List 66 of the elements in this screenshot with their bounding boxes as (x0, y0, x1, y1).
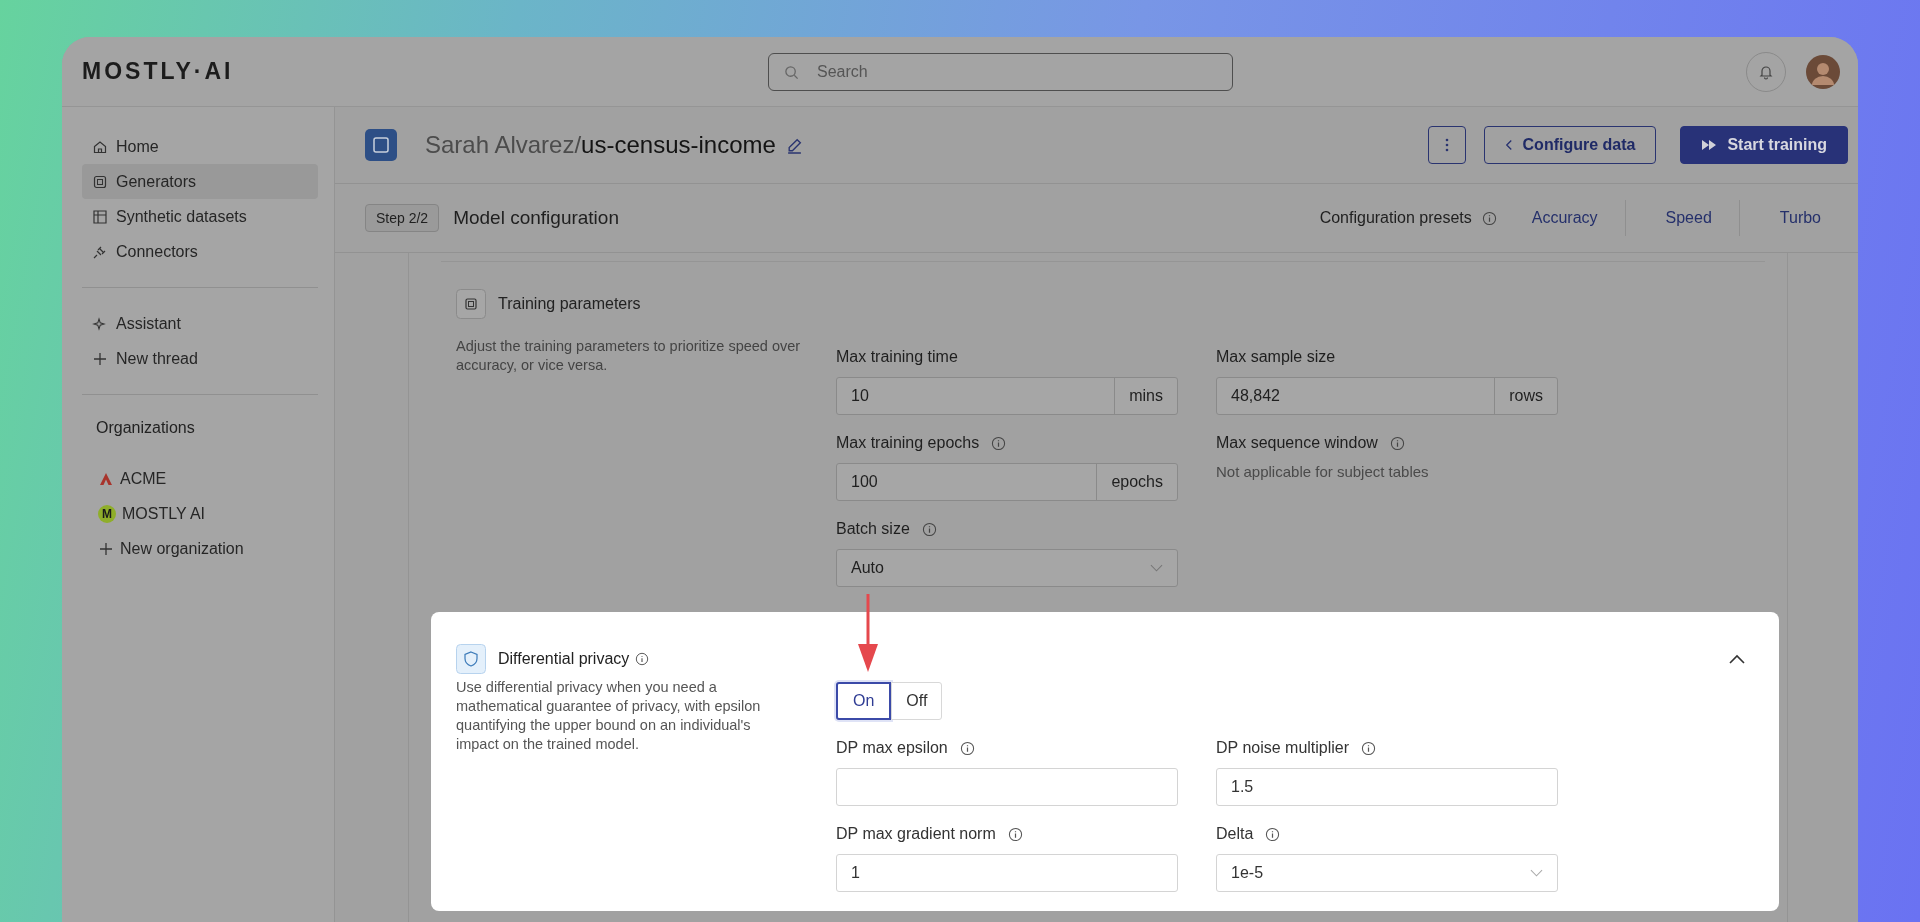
organization-badge: M (98, 504, 116, 523)
step-badge: Step 2/2 (365, 204, 440, 232)
generator-title: Sarah Alvarez/us-census-income (425, 131, 776, 159)
input-field[interactable]: 100 epochs (836, 463, 1178, 501)
info-icon (1481, 210, 1497, 226)
section-title: Training parameters (498, 295, 641, 313)
chip-icon (365, 129, 397, 161)
avatar-icon[interactable] (1806, 54, 1840, 89)
field-label: DP max gradient norm (836, 825, 996, 843)
nav-item[interactable]: New thread (82, 341, 318, 376)
chip-icon (456, 289, 486, 319)
input-field[interactable]: 1 (836, 854, 1178, 892)
presets-label: Configuration presets (1319, 209, 1472, 227)
field-label: Max sample size (1216, 348, 1336, 366)
fast-forward-icon (1701, 139, 1718, 151)
sparkle-icon (92, 315, 108, 332)
plus-icon (92, 350, 108, 367)
field-label: DP noise multiplier (1216, 739, 1350, 757)
chevron-left-icon (1504, 139, 1513, 151)
input-field[interactable]: 48,842 rows (1216, 377, 1558, 415)
input-field[interactable]: 10 mins (836, 377, 1178, 415)
preset-link[interactable]: Accuracy (1531, 209, 1625, 227)
input-field[interactable]: 1.5 (1216, 768, 1558, 806)
nav-item[interactable]: Home (82, 129, 318, 164)
field-label: Batch size (836, 520, 910, 538)
section-title: Differential privacy (498, 650, 630, 668)
table-icon (92, 208, 108, 225)
search-icon (784, 64, 799, 80)
field-label: DP max epsilon (836, 739, 948, 757)
more-button[interactable] (1427, 126, 1466, 164)
edit-icon[interactable] (785, 136, 803, 154)
toggle-option[interactable]: Off (891, 682, 943, 720)
select-field[interactable]: 1e-5 (1216, 854, 1558, 892)
preset-link[interactable]: Turbo (1779, 209, 1848, 227)
section-description: Adjust the training parameters to prioritize speed over accuracy, or vice versa. (456, 337, 802, 375)
nav-item[interactable]: Assistant (82, 306, 318, 341)
field-note: Not applicable for subject tables (1216, 463, 1430, 480)
logo: MOSTLY·AI (82, 58, 235, 85)
more-icon (1444, 137, 1449, 153)
organization-item[interactable]: ACME (82, 461, 318, 496)
chevron-down-icon (1530, 869, 1543, 877)
nav-item[interactable]: Connectors (82, 234, 318, 269)
select-field[interactable]: Auto (836, 549, 1178, 587)
plus-icon (98, 540, 114, 557)
organization-item[interactable]: M MOSTLY AI (82, 496, 318, 531)
section-heading: Organizations (95, 418, 196, 438)
field-label: Max training epochs (836, 434, 980, 452)
header-button[interactable]: Configure data (1483, 126, 1657, 164)
organization-item[interactable]: New organization (82, 531, 318, 566)
step-title: Model configuration (453, 207, 619, 229)
preset-link[interactable]: Speed (1665, 209, 1739, 227)
field-label: Delta (1216, 825, 1254, 843)
field-label: Max training time (836, 348, 958, 366)
chip-icon (92, 173, 108, 190)
chevron-up-icon[interactable] (1729, 654, 1745, 664)
input-field[interactable] (836, 768, 1178, 806)
shield-icon (456, 644, 486, 674)
chevron-down-icon (1150, 564, 1163, 572)
toggle-option[interactable]: On (836, 682, 892, 720)
search-field[interactable]: Search (768, 52, 1233, 91)
nav-item[interactable]: Generators (82, 164, 318, 199)
field-label: Max sequence window (1216, 434, 1378, 452)
header-button[interactable]: Start training (1680, 126, 1848, 164)
bell-icon (1758, 63, 1774, 80)
nav-item[interactable]: Synthetic datasets (82, 199, 318, 234)
section-description: Use differential privacy when you need a mathematical guarantee of privacy, with epsilon quantifying the upper bound on an individual's impact on the trained model. (456, 678, 762, 754)
